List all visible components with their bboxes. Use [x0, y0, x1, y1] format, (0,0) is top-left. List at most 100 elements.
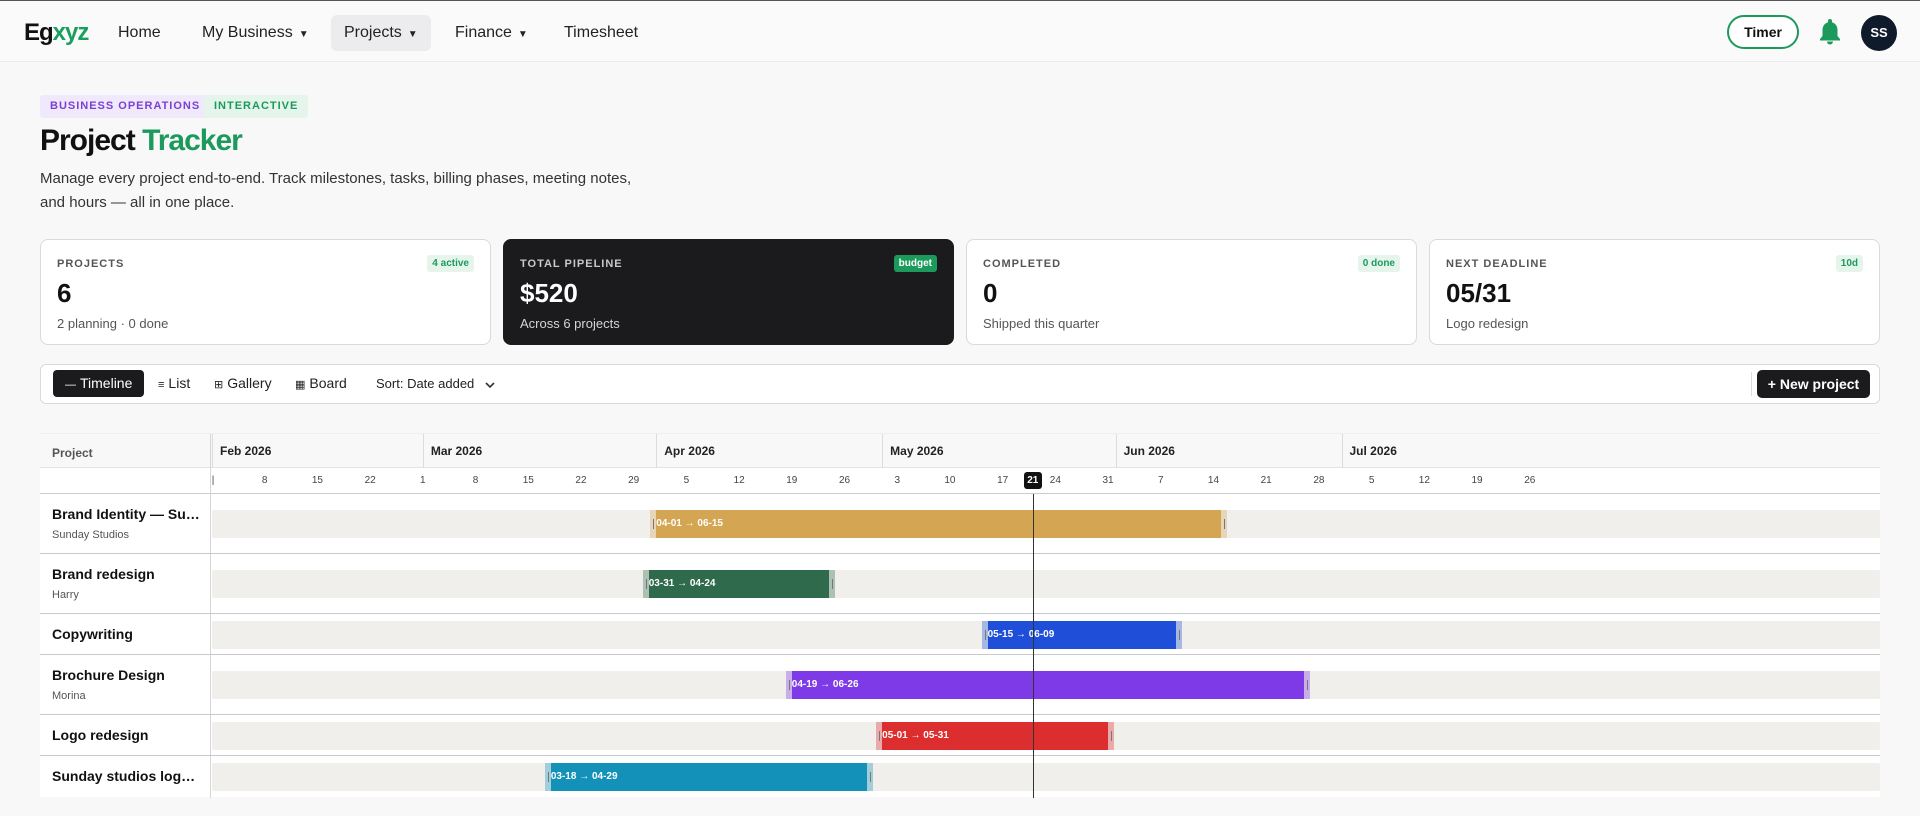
brand-logo-prefix: Eg	[24, 19, 54, 46]
day-tick-label: 26	[838, 475, 851, 486]
view-toolbar: — Timeline ≡ List ⊞ Gallery ▦ Board Sort: Da…	[40, 364, 1880, 404]
top-navigation-bar: Egxyz Home My Business ▼ Projects ▼ Financ…	[0, 0, 1920, 62]
stat-card-total-pipeline: TOTAL PIPELINE budget $520 Across 6 proj…	[503, 239, 954, 345]
day-tick-label: 28	[1313, 475, 1325, 486]
project-name[interactable]: Brochure Design	[52, 667, 202, 683]
stat-label: NEXT DEADLINE	[1446, 258, 1548, 270]
view-tab-label: Timeline	[80, 375, 133, 391]
day-tick-label: 8	[472, 475, 479, 486]
project-column-header: Project	[52, 446, 93, 460]
nav-finance[interactable]: Finance ▼	[442, 15, 541, 51]
day-tick-label: 8	[261, 475, 268, 486]
today-line	[1032, 494, 1034, 798]
project-timeline-bar[interactable]: 03-31 → 04-24	[648, 570, 830, 598]
project-timeline-bar[interactable]: 05-15 → 06-09	[987, 620, 1176, 649]
nav-my-business-label: My Business	[202, 24, 293, 41]
project-name[interactable]: Brand Identity — Sunday Studios	[52, 506, 202, 522]
drag-handle-grip	[1306, 680, 1308, 690]
day-tick-label: 1	[420, 475, 426, 486]
day-tick-label: 15	[522, 475, 534, 486]
drag-handle-grip	[653, 519, 655, 529]
day-tick-label: 12	[1418, 475, 1430, 486]
view-tab-gallery[interactable]: ⊞ Gallery	[202, 370, 284, 397]
nav-finance-label: Finance	[455, 24, 512, 41]
stat-tag: budget	[893, 255, 937, 272]
chevron-down-icon: ▼	[298, 29, 309, 40]
nav-projects[interactable]: Projects ▼	[331, 15, 431, 51]
project-name[interactable]: Logo redesign	[52, 727, 202, 743]
stat-value: 0	[983, 278, 998, 308]
project-timeline-bar[interactable]: 03-18 → 04-29	[550, 763, 868, 791]
project-timeline-bar[interactable]: 05-01 → 05-31	[882, 721, 1109, 750]
board-icon: ▦	[295, 379, 306, 391]
stat-tag: 4 active	[427, 255, 474, 272]
drag-handle-grip	[788, 680, 790, 690]
project-name[interactable]: Copywriting	[52, 626, 202, 642]
timeline-gantt: Project Feb 2026 Mar 2026 Apr 2026 May 2026…	[40, 433, 1880, 798]
timer-button[interactable]: Timer	[1727, 15, 1799, 49]
view-tab-timeline[interactable]: — Timeline	[53, 370, 145, 397]
project-owner: Harry	[52, 589, 79, 601]
list-icon: ≡	[158, 379, 165, 391]
drag-handle-grip	[879, 730, 881, 741]
nav-timesheet-label: Timesheet	[564, 24, 639, 41]
stat-value: $520	[520, 278, 578, 308]
day-tick-label: 5	[1368, 475, 1375, 486]
project-row[interactable]: Brand redesign Harry 03-31 → 04-24	[40, 554, 1880, 614]
brand-logo[interactable]: Egxyz	[24, 19, 90, 47]
chevron-down-icon: ▼	[517, 29, 528, 40]
toolbar-divider	[1751, 372, 1752, 396]
stat-label: PROJECTS	[57, 258, 125, 270]
nav-my-business[interactable]: My Business ▼	[189, 15, 322, 51]
view-tab-board[interactable]: ▦ Board	[283, 370, 359, 397]
drag-handle-grip	[645, 579, 647, 589]
day-tick-label: 21	[1260, 475, 1272, 486]
day-tick-label: |	[211, 475, 215, 486]
project-row[interactable]: Sunday studios logo redesign 03-18 → 04-2…	[40, 756, 1880, 798]
project-row[interactable]: Brand Identity — Sunday Studios Sunday St…	[40, 494, 1880, 554]
project-name[interactable]: Brand redesign	[52, 566, 202, 582]
page-title-main: Project	[40, 124, 136, 157]
day-tick-label: 5	[683, 475, 690, 486]
day-tick-label: 24	[1049, 475, 1061, 486]
nav-home[interactable]: Home	[105, 15, 174, 51]
day-tick-label: 3	[894, 475, 900, 486]
stat-label: TOTAL PIPELINE	[520, 258, 623, 270]
stat-subtext: Across 6 projects	[520, 316, 620, 331]
day-tick-label: 12	[733, 475, 745, 486]
day-tick-label: 15	[311, 475, 323, 486]
bell-icon[interactable]	[1817, 17, 1843, 45]
timeline-track[interactable]	[212, 570, 1880, 598]
project-timeline-bar[interactable]: 04-19 → 06-26	[791, 671, 1304, 699]
sort-dropdown[interactable]: Sort: Date added	[376, 370, 496, 397]
project-row[interactable]: Logo redesign 05-01 → 05-31	[40, 715, 1880, 756]
new-project-button[interactable]: + New project	[1757, 370, 1870, 398]
drag-handle-grip	[870, 772, 872, 782]
month-label: Apr 2026	[656, 434, 882, 468]
project-row[interactable]: Brochure Design Morina 04-19 → 06-26	[40, 655, 1880, 715]
project-row[interactable]: Copywriting 05-15 → 06-09	[40, 614, 1880, 655]
project-owner: Sunday Studios	[52, 529, 130, 541]
timeline-track[interactable]	[212, 763, 1880, 791]
stat-subtext: Shipped this quarter	[983, 316, 1100, 331]
brand-logo-suffix: xyz	[52, 19, 90, 46]
day-tick-label: 29	[628, 475, 640, 486]
day-tick-label: 22	[575, 475, 587, 486]
stat-card-completed: COMPLETED 0 done 0 Shipped this quarter	[966, 239, 1417, 345]
day-tick-label: 7	[1157, 475, 1164, 486]
stat-subtext: Logo redesign	[1446, 316, 1529, 331]
nav-timesheet[interactable]: Timesheet	[551, 15, 651, 51]
stat-tag: 0 done	[1357, 255, 1400, 272]
mode-badge: INTERACTIVE	[204, 95, 309, 118]
view-tab-list[interactable]: ≡ List	[146, 370, 202, 397]
user-avatar[interactable]: SS	[1861, 15, 1897, 51]
day-tick-label: 17	[997, 475, 1009, 486]
chevron-down-icon	[485, 381, 495, 388]
project-timeline-bar[interactable]: 04-01 → 06-15	[656, 510, 1222, 538]
project-name[interactable]: Sunday studios logo redesign	[52, 768, 202, 784]
stat-tag: 10d	[1835, 255, 1863, 272]
stat-card-projects: PROJECTS 4 active 6 2 planning · 0 done	[40, 239, 491, 345]
chevron-down-icon: ▼	[407, 29, 418, 40]
today-marker: 21	[1023, 472, 1042, 489]
stat-subtext: 2 planning · 0 done	[57, 316, 169, 331]
